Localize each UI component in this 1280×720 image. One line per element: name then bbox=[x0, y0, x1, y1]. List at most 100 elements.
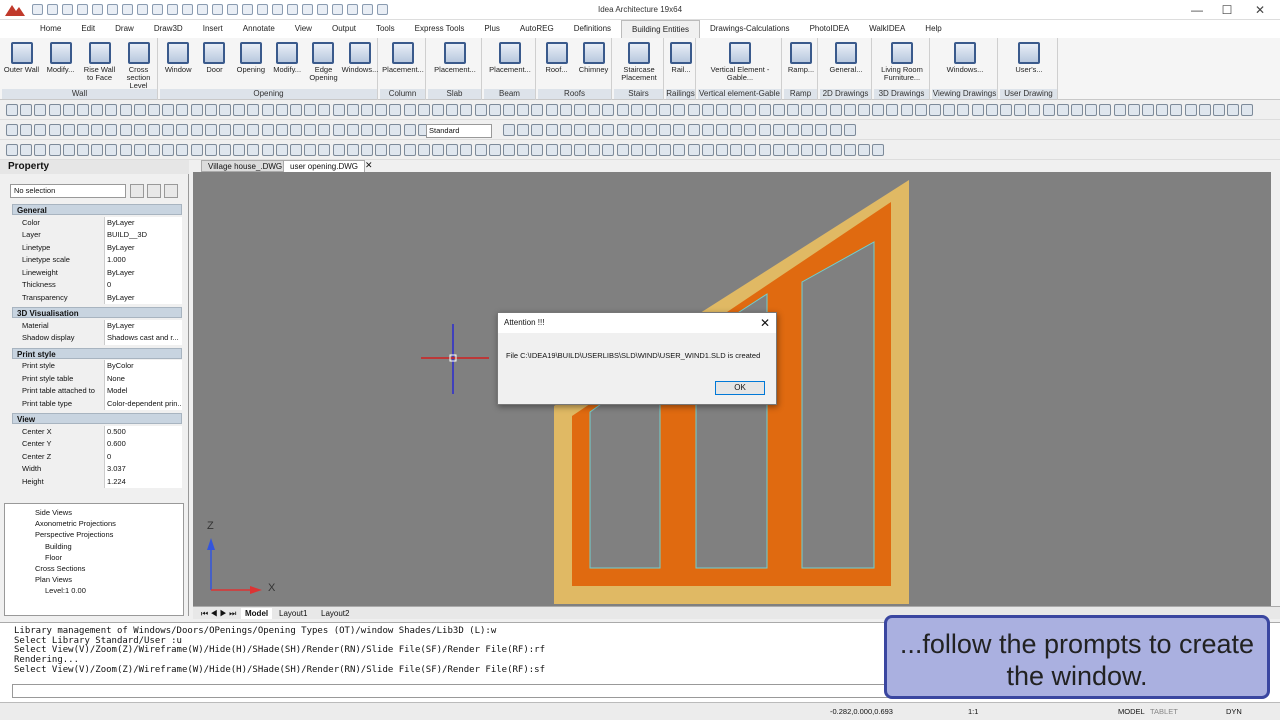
close-window-button[interactable]: ✕ bbox=[1245, 2, 1275, 18]
toolbar-icon[interactable] bbox=[659, 104, 672, 116]
menu-tab[interactable]: Definitions bbox=[564, 20, 621, 38]
ribbon-button[interactable]: Rise Wall to Face bbox=[80, 40, 119, 88]
toolbar-icon[interactable] bbox=[34, 104, 47, 116]
toolbar-icon[interactable] bbox=[1113, 104, 1126, 116]
toolbar-icon[interactable] bbox=[1184, 104, 1197, 116]
toolbar-icon[interactable] bbox=[815, 144, 828, 156]
toolbar-icon[interactable] bbox=[6, 144, 18, 156]
tree-node[interactable]: Perspective Projections bbox=[35, 530, 113, 539]
toolbar-icon[interactable] bbox=[389, 144, 402, 156]
toolbar-icon[interactable] bbox=[900, 104, 913, 116]
toolbar-icon[interactable] bbox=[673, 124, 686, 136]
toolbar-icon[interactable] bbox=[716, 144, 728, 156]
ribbon-button[interactable]: Chimney bbox=[575, 40, 612, 88]
ribbon-button[interactable]: Window bbox=[160, 40, 196, 88]
toolbar-icon[interactable] bbox=[148, 144, 160, 156]
toolbar-icon[interactable] bbox=[531, 104, 544, 116]
property-value[interactable]: 0.500 bbox=[104, 425, 182, 438]
toolbar-icon[interactable] bbox=[772, 144, 785, 156]
menu-tab[interactable]: WalkIDEA bbox=[859, 20, 915, 38]
toolbar-icon[interactable] bbox=[332, 144, 345, 156]
toolbar-icon[interactable] bbox=[62, 104, 75, 116]
toolbar-icon[interactable] bbox=[588, 124, 601, 136]
toolbar-icon[interactable] bbox=[687, 144, 700, 156]
toolbar-icon[interactable] bbox=[1198, 104, 1211, 116]
quick-select-icon[interactable] bbox=[130, 184, 144, 198]
status-tablet[interactable]: TABLET bbox=[1150, 707, 1178, 716]
ribbon-button[interactable]: Cross section Level bbox=[119, 40, 158, 90]
toolbar-icon[interactable] bbox=[758, 124, 771, 136]
toolbar-icon[interactable] bbox=[20, 104, 33, 116]
property-section-header[interactable]: Print style bbox=[12, 347, 182, 359]
property-value[interactable]: 0.600 bbox=[104, 438, 182, 451]
toolbar-icon[interactable] bbox=[929, 104, 941, 116]
property-value[interactable]: Model bbox=[104, 385, 182, 398]
toolbar-icon[interactable] bbox=[62, 144, 75, 156]
ribbon-button[interactable]: Edge Opening bbox=[305, 40, 341, 88]
toolbar-icon[interactable] bbox=[1156, 104, 1169, 116]
toolbar-icon[interactable] bbox=[1071, 104, 1083, 116]
ribbon-button[interactable]: Placement... bbox=[380, 40, 426, 88]
toolbar-icon[interactable] bbox=[77, 124, 89, 136]
property-section-header[interactable]: General bbox=[12, 204, 182, 215]
property-value[interactable]: ByLayer bbox=[104, 319, 182, 332]
property-value[interactable]: ByLayer bbox=[104, 216, 182, 229]
toolbar-icon[interactable] bbox=[176, 104, 189, 116]
property-value[interactable]: ByColor bbox=[104, 360, 182, 373]
toolbar-icon[interactable] bbox=[233, 104, 246, 116]
toolbar-icon[interactable] bbox=[304, 144, 317, 156]
toolbar-icon[interactable] bbox=[77, 144, 89, 156]
ribbon-button[interactable]: Door bbox=[196, 40, 232, 88]
property-value[interactable]: Shadows cast and r... bbox=[104, 332, 182, 345]
menu-tab[interactable]: Express Tools bbox=[405, 20, 475, 38]
menu-tab[interactable]: Home bbox=[30, 20, 71, 38]
toolbar-icon[interactable] bbox=[1142, 104, 1154, 116]
property-value[interactable]: 1.224 bbox=[104, 475, 182, 488]
toolbar-icon[interactable] bbox=[375, 144, 388, 156]
toolbar-icon[interactable] bbox=[545, 144, 558, 156]
toolbar-icon[interactable] bbox=[91, 104, 104, 116]
property-value[interactable]: 1.000 bbox=[104, 254, 182, 267]
toolbar-icon[interactable] bbox=[517, 144, 530, 156]
toolbar-icon[interactable] bbox=[77, 104, 89, 116]
toolbar-icon[interactable] bbox=[290, 144, 302, 156]
toolbar-icon[interactable] bbox=[645, 124, 657, 136]
toolbar-icon[interactable] bbox=[346, 104, 359, 116]
tree-node[interactable]: Axonometric Projections bbox=[35, 519, 116, 528]
toolbar-icon[interactable] bbox=[843, 144, 856, 156]
toolbar-icon[interactable] bbox=[190, 124, 203, 136]
toolbar-icon[interactable] bbox=[829, 124, 842, 136]
toolbar-icon[interactable] bbox=[204, 124, 217, 136]
toolbar-icon[interactable] bbox=[133, 124, 146, 136]
ribbon-button[interactable]: Placement... bbox=[428, 40, 482, 88]
menu-tab[interactable]: Draw bbox=[105, 20, 144, 38]
toolbar-icon[interactable] bbox=[62, 124, 75, 136]
minimize-button[interactable]: — bbox=[1182, 2, 1212, 18]
selection-dropdown[interactable]: No selection bbox=[10, 184, 126, 198]
toolbar-icon[interactable] bbox=[204, 104, 217, 116]
toolbar-icon[interactable] bbox=[318, 104, 331, 116]
toolbar-icon[interactable] bbox=[318, 124, 331, 136]
toolbar-icon[interactable] bbox=[261, 104, 274, 116]
toolbar-icon[interactable] bbox=[503, 104, 515, 116]
toolbar-icon[interactable] bbox=[375, 124, 388, 136]
toolbar-icon[interactable] bbox=[233, 144, 246, 156]
toolbar-icon[interactable] bbox=[588, 104, 601, 116]
toolbar-icon[interactable] bbox=[219, 124, 231, 136]
toolbar-icon[interactable] bbox=[787, 124, 799, 136]
toolbar-icon[interactable] bbox=[275, 104, 288, 116]
toolbar-icon[interactable] bbox=[275, 124, 288, 136]
toolbar-icon[interactable] bbox=[6, 124, 18, 136]
toolbar-icon[interactable] bbox=[1127, 104, 1140, 116]
ribbon-button[interactable]: Living Room Furniture... bbox=[874, 40, 930, 88]
toolbar-icon[interactable] bbox=[91, 144, 104, 156]
toolbar-icon[interactable] bbox=[630, 104, 643, 116]
toolbar-icon[interactable] bbox=[1241, 104, 1254, 116]
toolbar-icon[interactable] bbox=[247, 124, 260, 136]
toolbar-icon[interactable] bbox=[716, 124, 728, 136]
toolbar-icon[interactable] bbox=[872, 144, 885, 156]
toolbar-icon[interactable] bbox=[815, 104, 828, 116]
toolbar-icon[interactable] bbox=[559, 144, 572, 156]
toolbar-icon[interactable] bbox=[290, 104, 302, 116]
toolbar-icon[interactable] bbox=[630, 124, 643, 136]
